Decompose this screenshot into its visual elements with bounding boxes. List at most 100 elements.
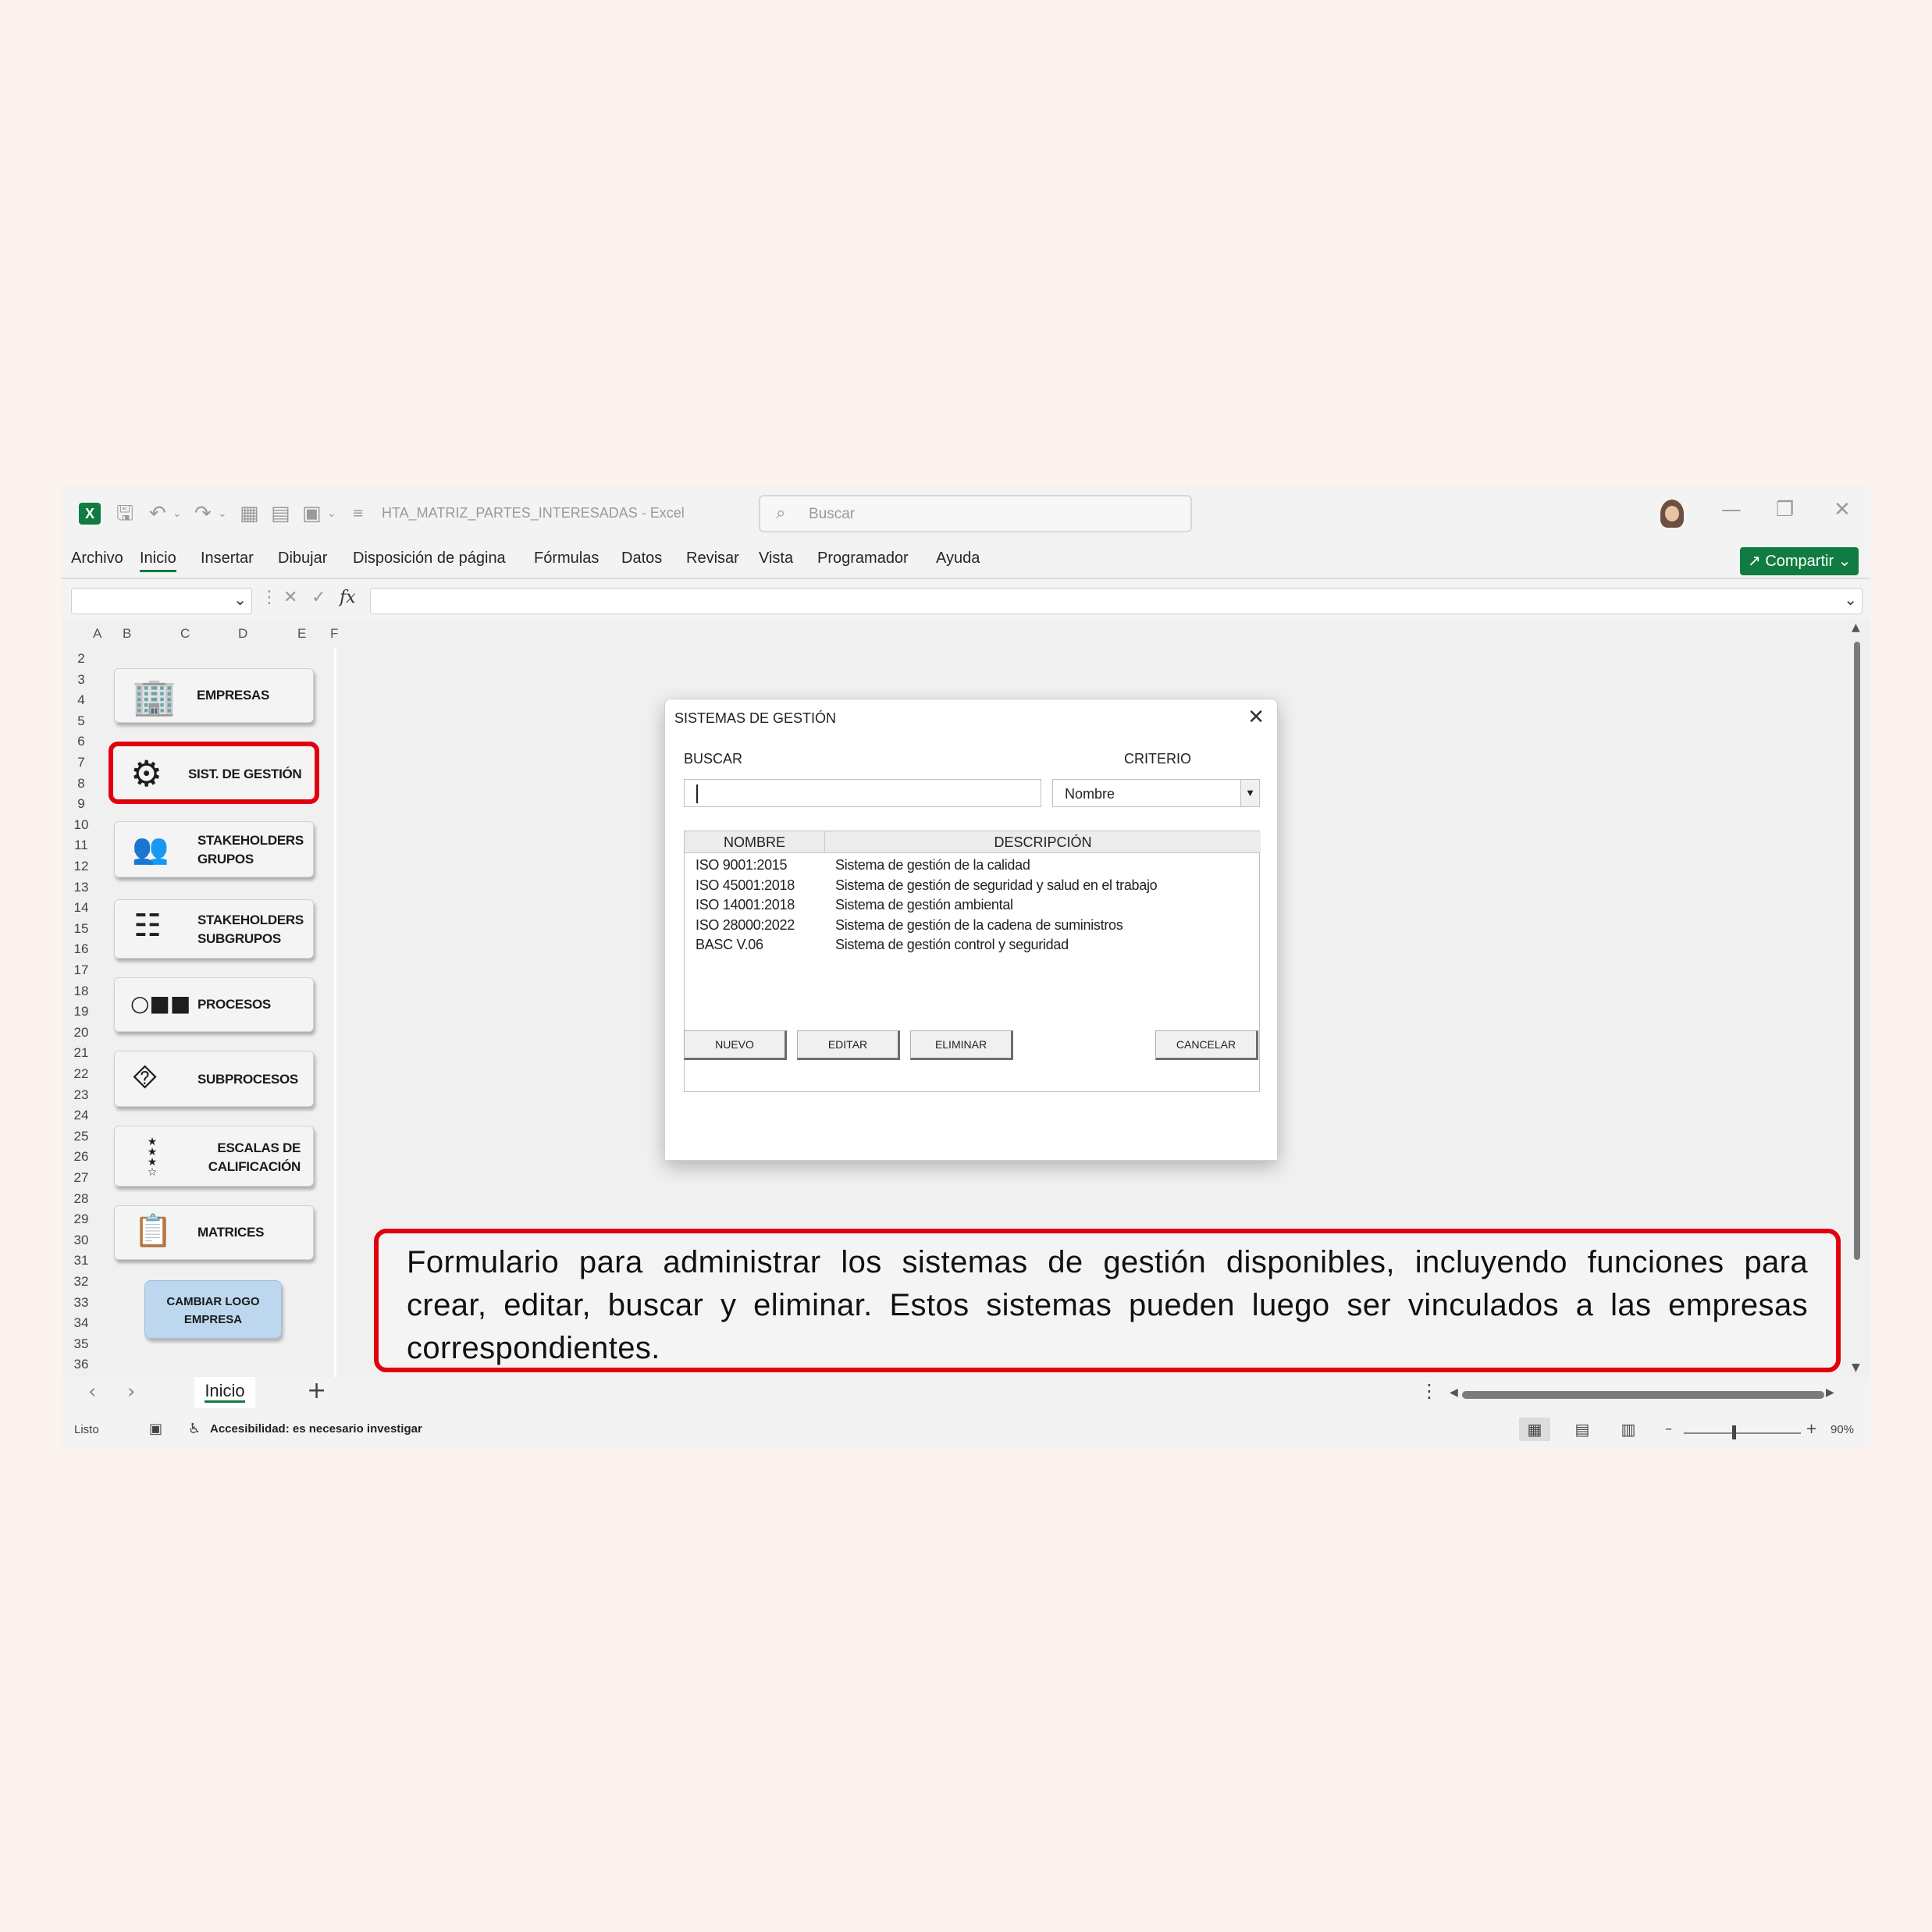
row-header[interactable]: 18: [69, 984, 93, 999]
more-options-icon[interactable]: ⋮: [261, 588, 278, 607]
paste-icon[interactable]: ▣: [302, 502, 322, 525]
row-header[interactable]: 6: [69, 734, 93, 749]
close-icon[interactable]: ✕: [1834, 498, 1851, 521]
matrices-button[interactable]: 📋 MATRICES: [114, 1205, 314, 1260]
row-header[interactable]: 7: [69, 755, 93, 770]
zoom-slider[interactable]: [1684, 1432, 1801, 1434]
row-header[interactable]: 20: [69, 1025, 93, 1041]
stakeholders-subgrupos-button[interactable]: ☷ STAKEHOLDERS SUBGRUPOS: [114, 899, 314, 959]
column-header[interactable]: F: [330, 626, 338, 642]
macro-record-icon[interactable]: ▣: [149, 1421, 162, 1437]
redo-dropdown-icon[interactable]: ⌄: [218, 502, 227, 525]
row-header[interactable]: 25: [69, 1129, 93, 1144]
scroll-down-icon[interactable]: ▼: [1852, 1361, 1860, 1374]
row-header[interactable]: 12: [69, 859, 93, 874]
scroll-thumb[interactable]: [1462, 1391, 1824, 1399]
cancel-formula-icon[interactable]: ✕: [283, 588, 297, 607]
prev-sheet-icon[interactable]: ‹: [88, 1380, 96, 1404]
page-layout-view-icon[interactable]: ▤: [1567, 1418, 1598, 1441]
redo-icon[interactable]: ↷: [194, 502, 212, 525]
row-header[interactable]: 10: [69, 817, 93, 833]
zoom-out-icon[interactable]: –: [1665, 1421, 1672, 1437]
scroll-left-icon[interactable]: ◀: [1450, 1386, 1458, 1399]
zoom-level[interactable]: 90%: [1831, 1423, 1854, 1436]
column-header-nombre[interactable]: NOMBRE: [685, 831, 825, 853]
menu-disposicion[interactable]: Disposición de página: [353, 550, 506, 568]
page-break-view-icon[interactable]: ▥: [1613, 1418, 1644, 1441]
row-header[interactable]: 13: [69, 880, 93, 895]
row-header[interactable]: 16: [69, 941, 93, 957]
name-box[interactable]: ⌄: [71, 588, 252, 614]
expand-formula-icon[interactable]: ⌄: [1844, 590, 1857, 609]
insert-function-icon[interactable]: fx: [340, 588, 356, 607]
menu-programador[interactable]: Programador: [817, 550, 909, 568]
empresas-button[interactable]: 🏢 EMPRESAS: [114, 668, 314, 723]
avatar[interactable]: [1660, 500, 1684, 528]
customize-toolbar-icon[interactable]: ≡: [352, 502, 364, 525]
row-header[interactable]: 26: [69, 1149, 93, 1165]
chevron-down-icon[interactable]: ▼: [1240, 780, 1259, 806]
row-header[interactable]: 36: [69, 1357, 93, 1372]
scroll-thumb[interactable]: [1854, 642, 1860, 1260]
menu-insertar[interactable]: Insertar: [201, 550, 254, 568]
zoom-slider-thumb[interactable]: [1732, 1425, 1736, 1439]
column-header[interactable]: C: [180, 626, 190, 642]
menu-dibujar[interactable]: Dibujar: [278, 550, 327, 568]
row-header[interactable]: 19: [69, 1004, 93, 1019]
nuevo-button[interactable]: NUEVO: [684, 1030, 787, 1060]
column-header[interactable]: B: [123, 626, 131, 642]
sheet-tab-inicio[interactable]: Inicio: [194, 1377, 255, 1408]
row-header[interactable]: 35: [69, 1336, 93, 1352]
chevron-down-icon[interactable]: ⌄: [233, 590, 247, 609]
accessibility-status[interactable]: Accesibilidad: es necesario investigar: [210, 1422, 422, 1436]
row-header[interactable]: 33: [69, 1295, 93, 1311]
form-icon[interactable]: ▤: [271, 502, 290, 525]
eliminar-button[interactable]: ELIMINAR: [910, 1030, 1013, 1060]
cambiar-logo-button[interactable]: CAMBIAR LOGO EMPRESA: [144, 1280, 282, 1339]
row-header[interactable]: 2: [69, 651, 93, 667]
close-icon[interactable]: ✕: [1247, 706, 1265, 729]
autosave-icon[interactable]: 🖫: [116, 502, 133, 525]
row-header[interactable]: 30: [69, 1233, 93, 1248]
row-header[interactable]: 15: [69, 921, 93, 937]
more-options-icon[interactable]: ⋮: [1420, 1380, 1439, 1402]
row-header[interactable]: 21: [69, 1045, 93, 1061]
undo-dropdown-icon[interactable]: ⌄: [173, 502, 182, 525]
zoom-in-icon[interactable]: +: [1806, 1421, 1817, 1437]
cancelar-button[interactable]: CANCELAR: [1155, 1030, 1258, 1060]
normal-view-icon[interactable]: ▦: [1519, 1418, 1550, 1441]
vertical-scrollbar[interactable]: ▲ ▼: [1852, 620, 1863, 1377]
menu-archivo[interactable]: Archivo: [71, 550, 123, 568]
row-header[interactable]: 34: [69, 1315, 93, 1331]
row-header[interactable]: 27: [69, 1170, 93, 1186]
restore-icon[interactable]: ❐: [1776, 498, 1794, 521]
undo-icon[interactable]: ↶: [149, 502, 166, 525]
escalas-calificacion-button[interactable]: ★ ★ ★ ☆ ESCALAS DE CALIFICACIÓN: [114, 1126, 314, 1187]
row-header[interactable]: 24: [69, 1108, 93, 1123]
row-header[interactable]: 14: [69, 900, 93, 916]
add-sheet-button[interactable]: +: [307, 1377, 326, 1404]
column-header[interactable]: E: [297, 626, 306, 642]
menu-inicio[interactable]: Inicio: [140, 550, 176, 572]
row-header[interactable]: 28: [69, 1191, 93, 1207]
row-header[interactable]: 3: [69, 672, 93, 688]
subprocesos-button[interactable]: ⯑ SUBPROCESOS: [114, 1051, 314, 1107]
share-button[interactable]: ↗ Compartir ⌄: [1740, 547, 1859, 575]
column-header[interactable]: D: [238, 626, 247, 642]
sist-gestion-button[interactable]: ⚙ SIST. DE GESTIÓN: [109, 742, 319, 804]
scroll-right-icon[interactable]: ▶: [1826, 1386, 1834, 1399]
menu-revisar[interactable]: Revisar: [686, 550, 739, 568]
row-header[interactable]: 11: [69, 838, 93, 853]
row-header[interactable]: 29: [69, 1212, 93, 1227]
editar-button[interactable]: EDITAR: [797, 1030, 900, 1060]
row-header[interactable]: 17: [69, 962, 93, 978]
column-header[interactable]: A: [93, 626, 101, 642]
scroll-up-icon[interactable]: ▲: [1852, 621, 1860, 634]
horizontal-scrollbar[interactable]: ◀ ▶: [1450, 1386, 1834, 1400]
search-input[interactable]: ⌕ Buscar: [759, 495, 1192, 532]
row-header[interactable]: 22: [69, 1066, 93, 1082]
stakeholders-grupos-button[interactable]: 👥 STAKEHOLDERS GRUPOS: [114, 821, 314, 877]
row-header[interactable]: 8: [69, 776, 93, 792]
accessibility-icon[interactable]: ♿: [188, 1421, 201, 1437]
menu-formulas[interactable]: Fórmulas: [534, 550, 599, 568]
